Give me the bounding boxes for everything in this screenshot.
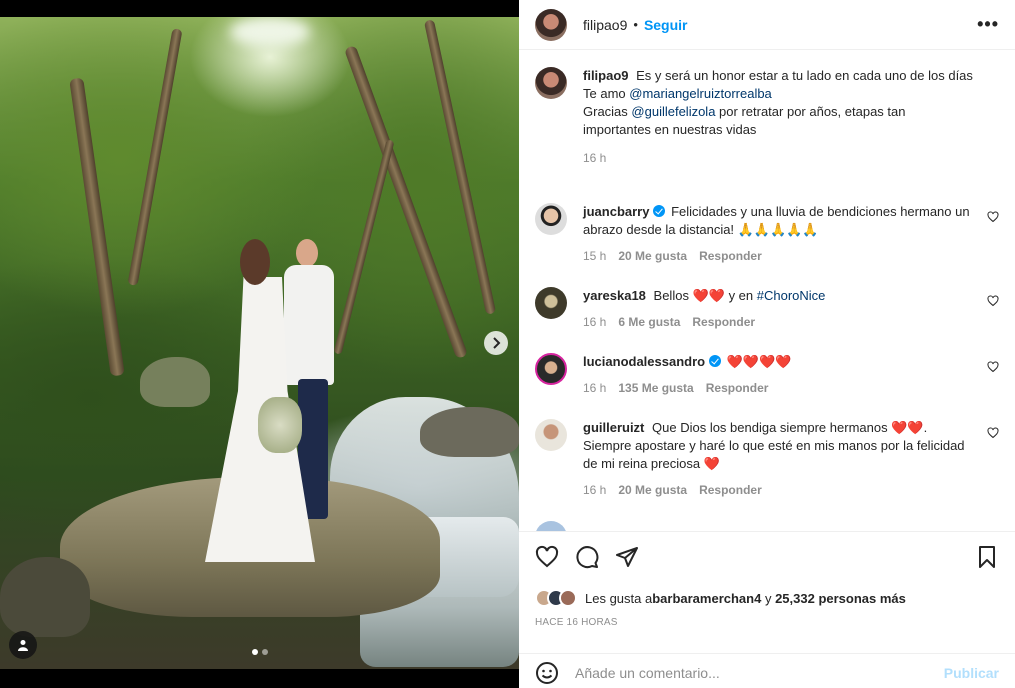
- caption-username[interactable]: filipao9: [583, 68, 629, 83]
- caption-time[interactable]: 16 h: [583, 149, 606, 167]
- likes-first-user[interactable]: barbaramerchan4: [652, 591, 761, 606]
- comment-icon[interactable]: [575, 545, 599, 569]
- comment-meta: 15 h 20 Me gusta Responder: [583, 247, 975, 265]
- likes-prefix: Les gusta a: [585, 590, 653, 606]
- post-media[interactable]: [0, 0, 519, 688]
- more-options-icon[interactable]: •••: [977, 14, 999, 35]
- comment-username[interactable]: guilleruizt: [583, 420, 644, 435]
- mention-link[interactable]: @mariangelruiztorrealba: [629, 86, 772, 101]
- reply-button[interactable]: Responder: [692, 313, 755, 331]
- bookmark-icon[interactable]: [975, 545, 999, 569]
- tree-trunk: [127, 28, 183, 286]
- mention-link[interactable]: @guillefelizola: [631, 104, 715, 119]
- rock: [0, 557, 90, 637]
- verified-badge-icon: [653, 205, 666, 217]
- caption: filipao9 Es y será un honor estar a tu l…: [535, 67, 999, 167]
- likes-summary: Les gusta a barbaramerchan4 y 25,332 per…: [535, 587, 999, 609]
- carousel-next-button[interactable]: [484, 331, 508, 355]
- reply-button[interactable]: Responder: [699, 481, 762, 499]
- comment-item: guilleruizt Que Dios los bendiga siempre…: [535, 419, 999, 499]
- comment-likes[interactable]: 20 Me gusta: [618, 481, 687, 499]
- tree-trunk: [343, 44, 469, 360]
- comment-likes[interactable]: 135 Me gusta: [618, 379, 693, 397]
- liker-avatars: [535, 589, 577, 607]
- author-avatar[interactable]: [535, 67, 567, 99]
- tree-trunk: [69, 77, 125, 377]
- smiley-icon[interactable]: [535, 661, 559, 685]
- bride-hair: [240, 239, 270, 285]
- caption-text: Es y será un honor estar a tu lado en ca…: [636, 68, 973, 83]
- liker-avatar: [559, 589, 577, 607]
- caption-text: Gracias: [583, 104, 632, 119]
- commenter-avatar[interactable]: [535, 203, 567, 235]
- heart-icon[interactable]: [987, 295, 999, 307]
- heart-emoji: ❤️❤️❤️❤️: [726, 354, 792, 369]
- post-time-ago[interactable]: Hace 16 horas: [535, 617, 999, 628]
- post-header: filipao9 • Seguir •••: [519, 0, 1015, 50]
- comment-meta: 16 h 20 Me gusta Responder: [583, 481, 975, 499]
- header-separator: •: [633, 17, 638, 32]
- chevron-right-icon: [493, 337, 501, 349]
- comment-time[interactable]: 16 h: [583, 481, 606, 499]
- comments-list[interactable]: filipao9 Es y será un honor estar a tu l…: [519, 51, 1015, 531]
- reply-button[interactable]: Responder: [706, 379, 769, 397]
- comment-item: juancbarry Felicidades y una lluvia de b…: [535, 203, 999, 265]
- caption-body: filipao9 Es y será un honor estar a tu l…: [583, 67, 999, 167]
- rock: [140, 357, 210, 407]
- post-photo[interactable]: [0, 17, 519, 669]
- commenter-avatar[interactable]: [535, 419, 567, 451]
- likes-others[interactable]: 25,332 personas más: [775, 591, 906, 606]
- comment-likes[interactable]: 6 Me gusta: [618, 313, 680, 331]
- author-username[interactable]: filipao9: [583, 17, 627, 33]
- comment-meta: 16 h 6 Me gusta Responder: [583, 313, 975, 331]
- commenter-avatar[interactable]: [535, 287, 567, 319]
- comment-item-partial: [535, 521, 999, 531]
- reply-button[interactable]: Responder: [699, 247, 762, 265]
- heart-icon[interactable]: [987, 211, 999, 223]
- comment-meta: 16 h 135 Me gusta Responder: [583, 379, 975, 397]
- tree-trunk: [333, 139, 395, 355]
- caption-text: Te amo: [583, 86, 630, 101]
- comment-body: juancbarry Felicidades y una lluvia de b…: [583, 203, 999, 265]
- action-bar: [535, 532, 999, 582]
- author-avatar[interactable]: [535, 8, 567, 41]
- publish-button[interactable]: Publicar: [944, 665, 999, 681]
- comment-text: Bellos: [653, 288, 693, 303]
- follow-button[interactable]: Seguir: [644, 17, 688, 33]
- heart-emoji: ❤️❤️: [692, 288, 725, 303]
- commenter-avatar[interactable]: [535, 521, 567, 531]
- comment-likes[interactable]: 20 Me gusta: [618, 247, 687, 265]
- caption-meta: 16 h: [583, 149, 975, 167]
- comment-item: yareska18 Bellos ❤️❤️ y en #ChoroNice 16…: [535, 287, 999, 331]
- comment-text: y en: [728, 288, 757, 303]
- rock: [420, 407, 519, 457]
- carousel-dot-active: [251, 649, 258, 655]
- comment-time[interactable]: 16 h: [583, 313, 606, 331]
- comment-time[interactable]: 16 h: [583, 379, 606, 397]
- comment-time[interactable]: 15 h: [583, 247, 606, 265]
- comment-body: yareska18 Bellos ❤️❤️ y en #ChoroNice 16…: [583, 287, 999, 331]
- commenter-avatar-story[interactable]: [535, 353, 567, 385]
- comment-item: lucianodalessandro ❤️❤️❤️❤️ 16 h 135 Me …: [535, 353, 999, 397]
- post-actions: Les gusta a barbaramerchan4 y 25,332 per…: [519, 531, 1015, 628]
- heart-icon[interactable]: [987, 427, 999, 439]
- carousel-dot: [261, 649, 268, 655]
- comment-username[interactable]: yareska18: [583, 288, 646, 303]
- comment-body: guilleruizt Que Dios los bendiga siempre…: [583, 419, 999, 499]
- comment-input[interactable]: [575, 664, 944, 681]
- add-comment-bar: Publicar: [519, 653, 1015, 688]
- comment-username[interactable]: lucianodalessandro: [583, 354, 705, 369]
- post-sidebar: filipao9 • Seguir ••• filipao9 Es y será…: [519, 0, 1015, 688]
- sky-light: [230, 17, 310, 47]
- heart-icon[interactable]: [535, 545, 559, 569]
- likes-middle: y: [761, 590, 776, 606]
- hashtag-link[interactable]: #ChoroNice: [757, 288, 826, 303]
- comment-body: lucianodalessandro ❤️❤️❤️❤️ 16 h 135 Me …: [583, 353, 999, 397]
- paper-plane-icon[interactable]: [615, 545, 639, 569]
- verified-badge-icon: [709, 355, 722, 367]
- carousel-indicator: [0, 649, 519, 655]
- heart-icon[interactable]: [987, 361, 999, 373]
- bouquet: [258, 397, 302, 453]
- comment-username[interactable]: juancbarry: [583, 204, 649, 219]
